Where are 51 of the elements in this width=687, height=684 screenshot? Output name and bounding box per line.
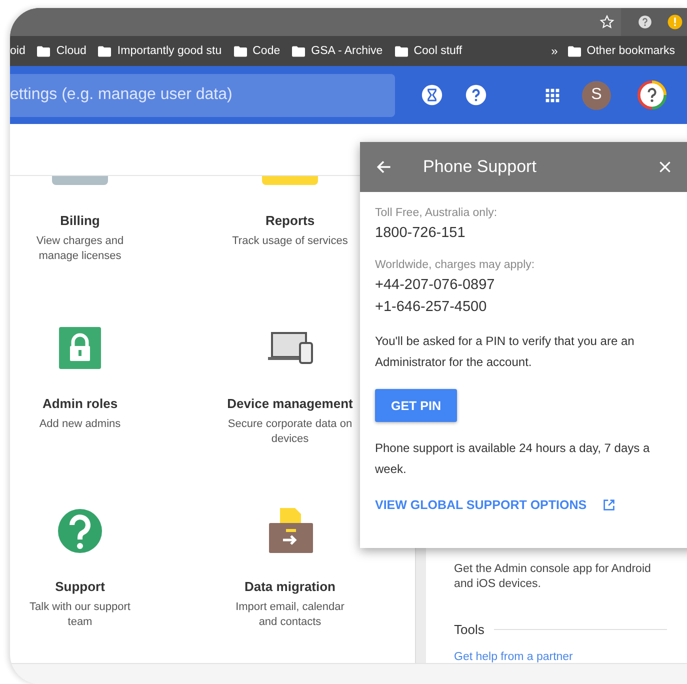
side-panel-text: Get the Admin console app for Android and iOS devices. [454, 562, 652, 592]
bookmark[interactable]: Importantly good stu [117, 45, 222, 57]
tile-description: Secure corporate data on devices [226, 417, 354, 447]
bookmark[interactable]: Cool stuff [414, 45, 462, 57]
help-icon[interactable] [465, 84, 487, 106]
section-title: Tools [454, 622, 484, 637]
bookmark[interactable]: Code [252, 45, 280, 57]
folder-icon [234, 46, 247, 56]
bookmark[interactable]: GSA - Archive [311, 45, 383, 57]
close-icon[interactable] [657, 159, 673, 175]
tile-description: View charges and manage licenses [35, 234, 125, 264]
folder-icon [98, 46, 112, 56]
search-field[interactable]: ettings (e.g. manage user data) [10, 74, 395, 116]
tile-title[interactable]: Billing [60, 213, 100, 228]
phone-number: +1-646-257-4500 [375, 299, 488, 315]
help-icon[interactable] [637, 14, 653, 30]
star-icon[interactable] [599, 14, 615, 30]
bookmark[interactable]: Cloud [56, 45, 86, 57]
back-icon[interactable] [375, 158, 393, 176]
tile-title[interactable]: Reports [265, 213, 315, 228]
tile-description: Add new admins [39, 417, 121, 432]
availability-note: Phone support is available 24 hours a day, 7 days a week. [375, 440, 651, 478]
external-link-icon[interactable] [602, 499, 615, 511]
bookmark[interactable]: oid [10, 45, 26, 57]
panel-title: Phone Support [423, 157, 538, 177]
tile-description: Import email, calendar and contacts [234, 600, 346, 630]
hourglass-icon[interactable] [421, 84, 443, 106]
folder-icon [394, 46, 408, 56]
overflow-chevron[interactable]: » [551, 44, 558, 58]
tile-description: Talk with our support team [28, 600, 132, 630]
get-pin-button[interactable]: GET PIN [375, 389, 458, 422]
bookmark[interactable]: Other bookmarks [586, 45, 675, 57]
tile-description: Track usage of services [232, 234, 348, 249]
partner-link[interactable]: Get help from a partner [454, 651, 573, 663]
tile-title[interactable]: Device management [227, 396, 353, 411]
global-support-link[interactable]: VIEW GLOBAL SUPPORT OPTIONS [375, 498, 587, 512]
phone-label: Worldwide, charges may apply: [375, 259, 536, 271]
help-icon[interactable] [637, 80, 667, 110]
alert-icon[interactable] [667, 14, 683, 30]
apps-icon[interactable] [545, 88, 560, 102]
tile-title[interactable]: Data migration [244, 579, 336, 594]
pin-note: You'll be asked for a PIN to verify that you are an Administrator for the account. [375, 333, 636, 371]
avatar[interactable]: S [582, 80, 611, 110]
phone-label: Toll Free, Australia only: [375, 207, 498, 219]
tile-title[interactable]: Support [55, 579, 105, 594]
phone-number: 1800-726-151 [375, 225, 466, 241]
tile-title[interactable]: Admin roles [42, 396, 118, 411]
folder-icon [292, 46, 306, 56]
phone-number: +44-207-076-0897 [375, 277, 496, 293]
folder-icon [37, 46, 50, 56]
folder-icon [568, 46, 581, 56]
